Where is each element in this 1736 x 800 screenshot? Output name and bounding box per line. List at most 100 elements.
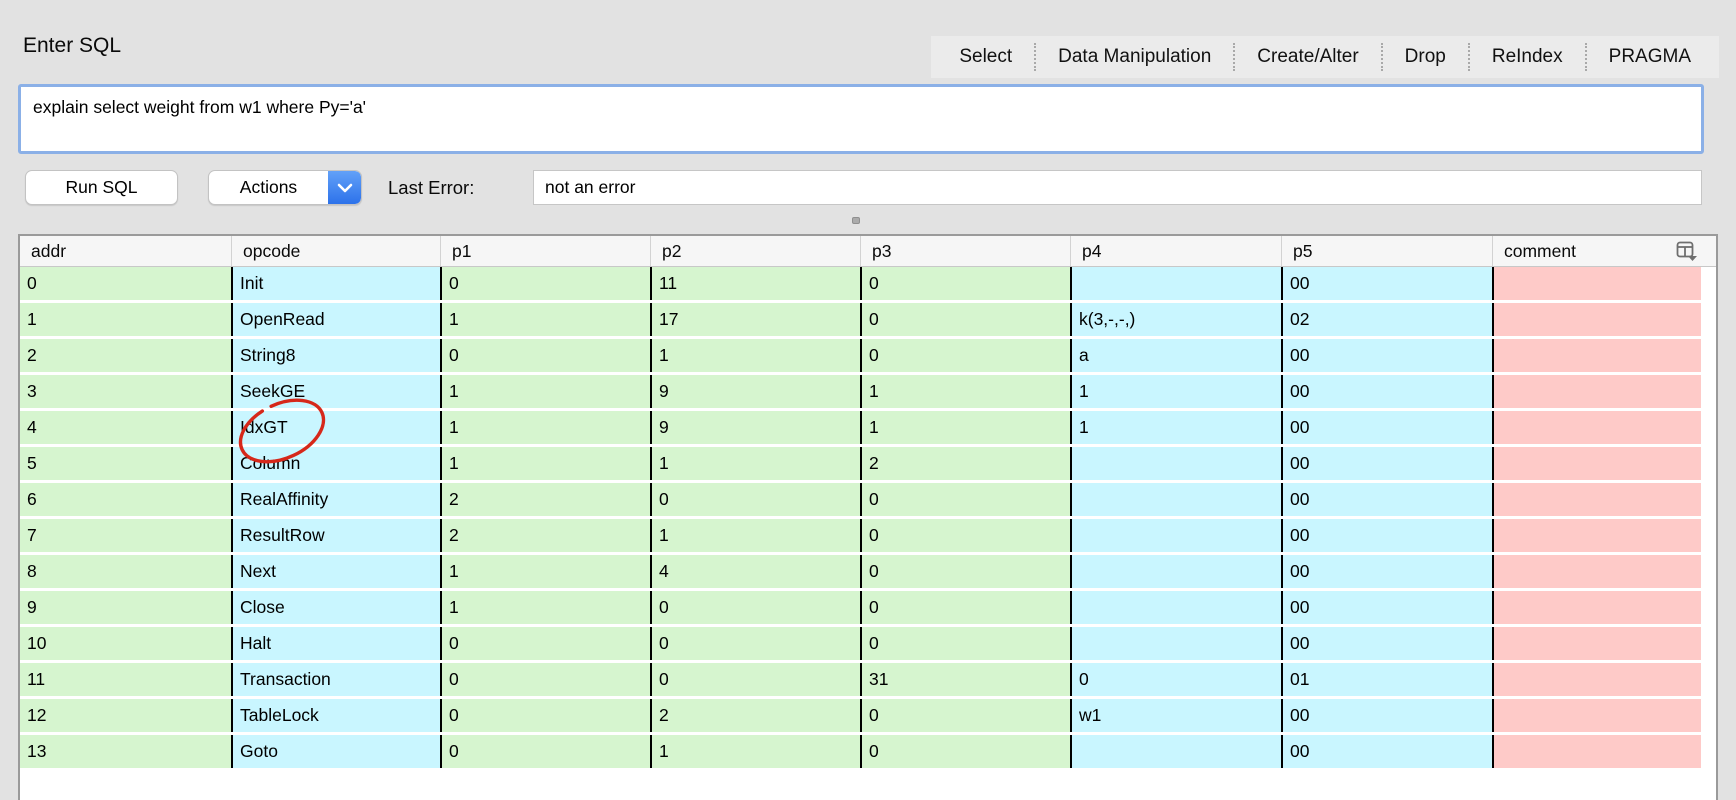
cell-p2[interactable]: 11 xyxy=(650,267,860,300)
cell-p3[interactable]: 0 xyxy=(860,591,1070,624)
cell-comment[interactable] xyxy=(1492,591,1701,624)
cell-p3[interactable]: 31 xyxy=(860,663,1070,696)
cell-comment[interactable] xyxy=(1492,483,1701,516)
cell-p3[interactable]: 1 xyxy=(860,411,1070,444)
cell-p1[interactable]: 0 xyxy=(440,663,650,696)
cell-comment[interactable] xyxy=(1492,627,1701,660)
cell-p3[interactable]: 0 xyxy=(860,483,1070,516)
cell-comment[interactable] xyxy=(1492,735,1701,768)
cell-p1[interactable]: 2 xyxy=(440,519,650,552)
cell-p1[interactable]: 1 xyxy=(440,375,650,408)
cell-comment[interactable] xyxy=(1492,663,1701,696)
cell-p4[interactable]: k(3,-,-,) xyxy=(1070,303,1281,336)
cell-p5[interactable]: 00 xyxy=(1281,519,1492,552)
cell-addr[interactable]: 2 xyxy=(20,339,231,372)
cell-p5[interactable]: 00 xyxy=(1281,447,1492,480)
cell-addr[interactable]: 11 xyxy=(20,663,231,696)
cell-p2[interactable]: 1 xyxy=(650,735,860,768)
cell-p5[interactable]: 01 xyxy=(1281,663,1492,696)
table-row[interactable]: 4IdxGT191100 xyxy=(20,411,1716,444)
table-row[interactable]: 5Column11200 xyxy=(20,447,1716,480)
cell-addr[interactable]: 4 xyxy=(20,411,231,444)
table-row[interactable]: 6RealAffinity20000 xyxy=(20,483,1716,516)
cell-p2[interactable]: 0 xyxy=(650,591,860,624)
table-row[interactable]: 0Init011000 xyxy=(20,267,1716,300)
cell-p3[interactable]: 0 xyxy=(860,555,1070,588)
cell-opcode[interactable]: Transaction xyxy=(231,663,440,696)
cell-p5[interactable]: 00 xyxy=(1281,267,1492,300)
column-header-addr[interactable]: addr xyxy=(20,236,231,266)
cell-comment[interactable] xyxy=(1492,519,1701,552)
table-row[interactable]: 1OpenRead1170k(3,-,-,)02 xyxy=(20,303,1716,336)
cell-p4[interactable]: 1 xyxy=(1070,411,1281,444)
cell-opcode[interactable]: Halt xyxy=(231,627,440,660)
cell-p5[interactable]: 02 xyxy=(1281,303,1492,336)
cell-p5[interactable]: 00 xyxy=(1281,375,1492,408)
cell-addr[interactable]: 7 xyxy=(20,519,231,552)
cell-p3[interactable]: 0 xyxy=(860,699,1070,732)
cell-p3[interactable]: 1 xyxy=(860,375,1070,408)
column-header-p2[interactable]: p2 xyxy=(650,236,860,266)
cell-p5[interactable]: 00 xyxy=(1281,411,1492,444)
cell-addr[interactable]: 8 xyxy=(20,555,231,588)
cell-p3[interactable]: 0 xyxy=(860,303,1070,336)
cell-p5[interactable]: 00 xyxy=(1281,591,1492,624)
cell-opcode[interactable]: Goto xyxy=(231,735,440,768)
table-row[interactable]: 10Halt00000 xyxy=(20,627,1716,660)
cell-p1[interactable]: 1 xyxy=(440,411,650,444)
cell-p1[interactable]: 0 xyxy=(440,735,650,768)
cell-comment[interactable] xyxy=(1492,267,1701,300)
column-header-p3[interactable]: p3 xyxy=(860,236,1070,266)
table-row[interactable]: 3SeekGE191100 xyxy=(20,375,1716,408)
cell-p1[interactable]: 1 xyxy=(440,555,650,588)
cell-p4[interactable]: 1 xyxy=(1070,375,1281,408)
cell-p3[interactable]: 0 xyxy=(860,735,1070,768)
cell-p4[interactable] xyxy=(1070,591,1281,624)
cell-addr[interactable]: 3 xyxy=(20,375,231,408)
cell-p1[interactable]: 1 xyxy=(440,303,650,336)
last-error-field[interactable]: not an error xyxy=(533,170,1702,205)
cell-p3[interactable]: 0 xyxy=(860,339,1070,372)
cell-p2[interactable]: 0 xyxy=(650,483,860,516)
cell-opcode[interactable]: SeekGE xyxy=(231,375,440,408)
cell-p5[interactable]: 00 xyxy=(1281,483,1492,516)
cell-p2[interactable]: 17 xyxy=(650,303,860,336)
column-header-p1[interactable]: p1 xyxy=(440,236,650,266)
cell-opcode[interactable]: RealAffinity xyxy=(231,483,440,516)
sql-input[interactable]: explain select weight from w1 where Py='… xyxy=(18,84,1704,154)
cell-p4[interactable] xyxy=(1070,519,1281,552)
run-sql-button[interactable]: Run SQL xyxy=(25,170,178,205)
cell-comment[interactable] xyxy=(1492,447,1701,480)
tab-reindex[interactable]: ReIndex xyxy=(1468,43,1585,71)
cell-opcode[interactable]: Column xyxy=(231,447,440,480)
cell-p5[interactable]: 00 xyxy=(1281,627,1492,660)
cell-p4[interactable] xyxy=(1070,735,1281,768)
cell-addr[interactable]: 10 xyxy=(20,627,231,660)
cell-p1[interactable]: 2 xyxy=(440,483,650,516)
table-row[interactable]: 2String8010a00 xyxy=(20,339,1716,372)
cell-opcode[interactable]: TableLock xyxy=(231,699,440,732)
cell-p5[interactable]: 00 xyxy=(1281,555,1492,588)
cell-p3[interactable]: 0 xyxy=(860,267,1070,300)
cell-opcode[interactable]: String8 xyxy=(231,339,440,372)
table-row[interactable]: 7ResultRow21000 xyxy=(20,519,1716,552)
cell-opcode[interactable]: Next xyxy=(231,555,440,588)
cell-addr[interactable]: 12 xyxy=(20,699,231,732)
cell-addr[interactable]: 9 xyxy=(20,591,231,624)
cell-p1[interactable]: 1 xyxy=(440,447,650,480)
cell-comment[interactable] xyxy=(1492,555,1701,588)
cell-p4[interactable]: w1 xyxy=(1070,699,1281,732)
column-header-p4[interactable]: p4 xyxy=(1070,236,1281,266)
cell-p2[interactable]: 9 xyxy=(650,375,860,408)
cell-p5[interactable]: 00 xyxy=(1281,699,1492,732)
cell-p1[interactable]: 0 xyxy=(440,699,650,732)
cell-opcode[interactable]: Close xyxy=(231,591,440,624)
cell-addr[interactable]: 0 xyxy=(20,267,231,300)
cell-comment[interactable] xyxy=(1492,699,1701,732)
cell-p1[interactable]: 1 xyxy=(440,591,650,624)
cell-p2[interactable]: 1 xyxy=(650,519,860,552)
table-row[interactable]: 9Close10000 xyxy=(20,591,1716,624)
cell-p2[interactable]: 4 xyxy=(650,555,860,588)
cell-p2[interactable]: 1 xyxy=(650,447,860,480)
table-row[interactable]: 11Transaction0031001 xyxy=(20,663,1716,696)
